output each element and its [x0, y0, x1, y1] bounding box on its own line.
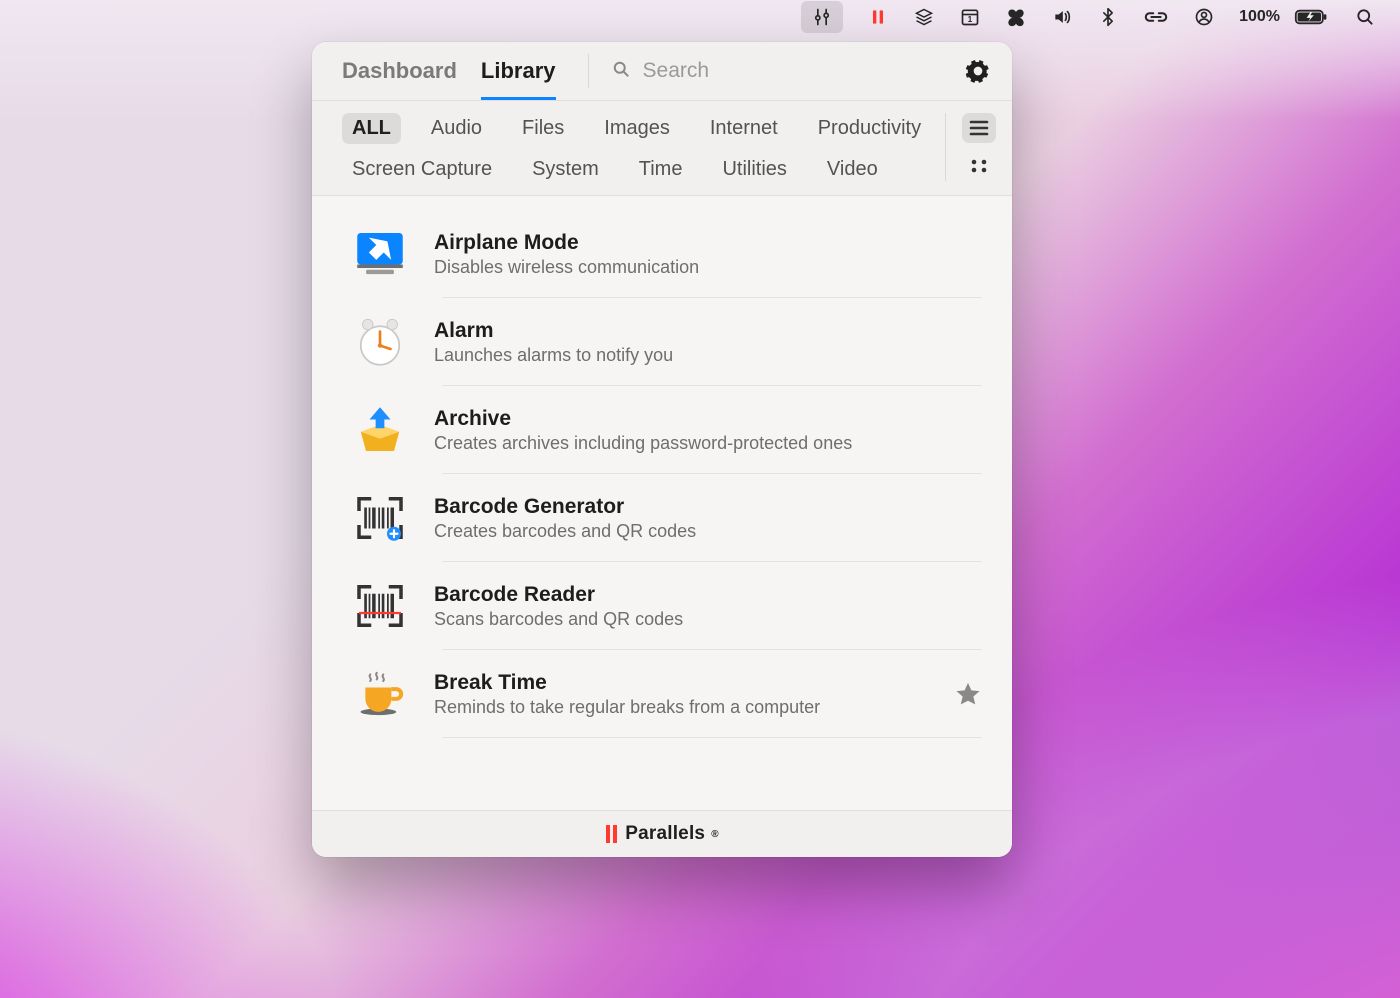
- item-desc: Reminds to take regular breaks from a co…: [434, 697, 932, 718]
- menubar-pause-icon[interactable]: [867, 3, 889, 31]
- menubar-battery-percent: 100%: [1239, 3, 1280, 31]
- filter-screen-capture[interactable]: Screen Capture: [342, 154, 502, 185]
- tab-dashboard[interactable]: Dashboard: [342, 42, 457, 100]
- search-icon: [611, 59, 631, 84]
- desktop-wallpaper: 1: [0, 0, 1400, 998]
- list-item[interactable]: Alarm Launches alarms to notify you: [312, 298, 1012, 386]
- tool-list[interactable]: Airplane Mode Disables wireless communic…: [312, 196, 1012, 810]
- item-desc: Creates barcodes and QR codes: [434, 521, 982, 542]
- item-title: Barcode Generator: [434, 495, 982, 519]
- svg-text:1: 1: [968, 14, 973, 24]
- view-switch: [945, 113, 996, 181]
- settings-button[interactable]: [962, 55, 994, 87]
- airplane-mode-icon: [348, 222, 412, 286]
- barcode-reader-icon: [348, 574, 412, 638]
- menubar-toolbox-icon[interactable]: [801, 1, 843, 33]
- menubar-battery-icon[interactable]: [1294, 3, 1330, 31]
- registered-mark: ®: [711, 829, 719, 840]
- filter-video[interactable]: Video: [817, 154, 888, 185]
- view-list-button[interactable]: [962, 113, 996, 143]
- item-title: Archive: [434, 407, 982, 431]
- filter-images[interactable]: Images: [594, 113, 680, 144]
- filter-utilities[interactable]: Utilities: [712, 154, 796, 185]
- archive-icon: [348, 398, 412, 462]
- filter-internet[interactable]: Internet: [700, 113, 788, 144]
- parallels-logo-bars-icon: [605, 825, 619, 843]
- menubar-stack-icon[interactable]: [913, 3, 935, 31]
- filter-time[interactable]: Time: [629, 154, 693, 185]
- tab-library[interactable]: Library: [481, 42, 556, 100]
- menubar-volume-icon[interactable]: [1051, 3, 1073, 31]
- list-item[interactable]: Airplane Mode Disables wireless communic…: [312, 210, 1012, 298]
- menubar-user-icon[interactable]: [1193, 3, 1215, 31]
- parallels-toolbox-window: Dashboard Library ALL Audio Fi: [312, 42, 1012, 857]
- window-footer: Parallels ®: [312, 810, 1012, 857]
- list-item[interactable]: Barcode Reader Scans barcodes and QR cod…: [312, 562, 1012, 650]
- toolbar-divider: [588, 54, 589, 88]
- break-time-icon: [348, 662, 412, 726]
- view-grid-button[interactable]: [962, 151, 996, 181]
- category-filterbar: ALL Audio Files Images Internet Producti…: [312, 101, 1012, 196]
- list-item[interactable]: Archive Creates archives including passw…: [312, 386, 1012, 474]
- item-title: Alarm: [434, 319, 982, 343]
- filter-productivity[interactable]: Productivity: [808, 113, 931, 144]
- barcode-generator-icon: [348, 486, 412, 550]
- menubar-butterfly-icon[interactable]: [1005, 3, 1027, 31]
- filter-all[interactable]: ALL: [342, 113, 401, 144]
- list-item[interactable]: Barcode Generator Creates barcodes and Q…: [312, 474, 1012, 562]
- filter-audio[interactable]: Audio: [421, 113, 492, 144]
- filter-files[interactable]: Files: [512, 113, 574, 144]
- alarm-icon: [348, 310, 412, 374]
- footer-brand: Parallels: [625, 823, 705, 845]
- item-desc: Creates archives including password-prot…: [434, 433, 982, 454]
- filter-system[interactable]: System: [522, 154, 609, 185]
- item-desc: Launches alarms to notify you: [434, 345, 982, 366]
- item-desc: Scans barcodes and QR codes: [434, 609, 982, 630]
- menubar-calendar-icon[interactable]: 1: [959, 3, 981, 31]
- menubar-spotlight-icon[interactable]: [1354, 3, 1376, 31]
- toolbar-tabs: Dashboard Library: [342, 42, 556, 100]
- window-toolbar: Dashboard Library: [312, 42, 1012, 101]
- item-title: Break Time: [434, 671, 932, 695]
- menubar-link-icon[interactable]: [1143, 3, 1169, 31]
- item-title: Barcode Reader: [434, 583, 982, 607]
- item-desc: Disables wireless communication: [434, 257, 982, 278]
- macos-menubar: 1: [0, 0, 1400, 34]
- search-input[interactable]: [641, 58, 954, 84]
- item-title: Airplane Mode: [434, 231, 982, 255]
- favorite-star-button[interactable]: [954, 680, 982, 708]
- menubar-bluetooth-icon[interactable]: [1097, 3, 1119, 31]
- list-item[interactable]: Break Time Reminds to take regular break…: [312, 650, 1012, 738]
